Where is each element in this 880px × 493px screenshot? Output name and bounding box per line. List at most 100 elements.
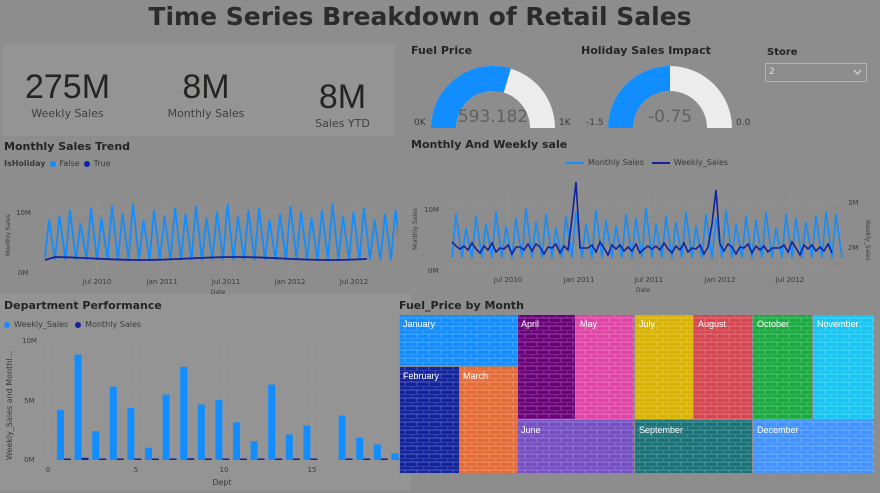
x-tick: Jul 2010 [493, 276, 523, 284]
bar-monthly-sales[interactable] [116, 458, 124, 461]
kpi-label: Sales YTD [315, 117, 370, 130]
treemap-tile-march[interactable] [460, 367, 517, 473]
legend-dot-monthly [75, 321, 82, 328]
bar-monthly-sales[interactable] [187, 458, 195, 460]
bar-monthly-sales[interactable] [169, 458, 177, 461]
bar-monthly-sales[interactable] [292, 458, 300, 461]
bar-weekly-sales[interactable] [74, 354, 82, 460]
bar-weekly-sales[interactable] [285, 434, 293, 460]
bar-weekly-sales[interactable] [338, 415, 346, 460]
legend-item-weekly[interactable]: Weekly_Sales [14, 320, 68, 329]
series-line-false [44, 203, 398, 261]
legend-dot-true [83, 160, 90, 167]
legend-item-false[interactable]: False [60, 159, 80, 168]
bar-weekly-sales[interactable] [162, 394, 170, 460]
treemap-tile-august[interactable] [694, 315, 752, 419]
y-tick-right: 3M [848, 199, 859, 207]
legend-item-monthly[interactable]: Monthly Sales [85, 320, 141, 329]
treemap-tile-november[interactable] [813, 315, 874, 419]
bar-weekly-sales[interactable] [356, 437, 364, 460]
bar-weekly-sales[interactable] [57, 410, 64, 460]
x-tick: Jul 2012 [339, 278, 369, 286]
dept-chart[interactable]: 10M 5M 0M Weekly_Sales and Monthl... 0 5… [0, 330, 410, 490]
holiday-gauge-min: -1.5 [586, 118, 604, 128]
x-tick: Jan 2011 [563, 276, 595, 284]
bar-weekly-sales[interactable] [180, 366, 188, 460]
treemap-tile-april[interactable] [518, 315, 575, 419]
fuel-gauge-min: 0K [414, 118, 426, 128]
bar-weekly-sales[interactable] [373, 444, 381, 460]
fuel-gauge-max: 1K [559, 118, 571, 128]
bar-weekly-sales[interactable] [250, 441, 258, 460]
treemap-tile-july[interactable] [635, 315, 693, 419]
y-tick-right: 2M [848, 244, 859, 252]
treemap-label: January [403, 319, 436, 329]
treemap-label: April [521, 319, 540, 329]
fuel-gauge[interactable]: 593.182 [418, 60, 578, 132]
y-axis-label-right: Weekly_Sales [864, 220, 871, 261]
bar-monthly-sales[interactable] [81, 457, 89, 460]
fuel-gauge-title: Fuel Price [411, 44, 473, 57]
kpi-card-monthly[interactable]: 8M Monthly Sales [150, 68, 262, 120]
chevron-down-icon [853, 69, 862, 75]
bar-weekly-sales[interactable] [197, 404, 205, 460]
bar-weekly-sales[interactable] [127, 407, 135, 460]
kpi-value: 8M [318, 78, 367, 116]
bar-weekly-sales[interactable] [233, 422, 240, 460]
bar-monthly-sales[interactable] [275, 458, 283, 461]
dept-legend: Weekly_Sales Monthly Sales [4, 320, 141, 329]
holiday-gauge-title: Holiday Sales Impact [581, 44, 711, 57]
bar-weekly-sales[interactable] [109, 386, 117, 460]
legend-item-monthly[interactable]: Monthly Sales [588, 158, 644, 167]
bar-weekly-sales[interactable] [303, 425, 311, 460]
holiday-gauge-max: 0.0 [736, 118, 751, 128]
x-tick: 10 [220, 466, 229, 474]
bar-monthly-sales[interactable] [310, 458, 318, 461]
treemap-label: August [698, 319, 727, 329]
y-tick: 0M [24, 456, 35, 464]
bar-weekly-sales[interactable] [215, 400, 223, 460]
bar-monthly-sales[interactable] [363, 458, 371, 461]
store-slicer-label: Store [767, 47, 798, 58]
treemap-label: July [639, 319, 656, 329]
holiday-gauge[interactable]: -0.75 [595, 60, 745, 132]
monthly-weekly-chart[interactable]: 10M 0M 3M 2M Monthly Sales Weekly_Sales … [404, 168, 874, 296]
fuel-gauge-value: 593.182 [458, 107, 528, 127]
treemap-tile-may[interactable] [576, 315, 634, 419]
bar-monthly-sales[interactable] [257, 458, 265, 461]
bar-monthly-sales[interactable] [99, 458, 107, 461]
bar-weekly-sales[interactable] [391, 453, 399, 460]
bar-monthly-sales[interactable] [152, 458, 159, 461]
bar-monthly-sales[interactable] [380, 458, 388, 461]
y-tick: 5M [24, 397, 35, 405]
bar-monthly-sales[interactable] [204, 458, 212, 461]
kpi-value: 275M [24, 68, 111, 106]
bar-monthly-sales[interactable] [64, 458, 71, 461]
bar-weekly-sales[interactable] [92, 431, 100, 460]
bar-monthly-sales[interactable] [134, 458, 142, 461]
legend-item-weekly[interactable]: Weekly_Sales [674, 158, 728, 167]
treemap-label: February [403, 371, 440, 381]
treemap-label: March [463, 371, 489, 381]
bar-weekly-sales[interactable] [145, 447, 152, 460]
monthly-trend-chart[interactable]: 10M 0M Monthly Sales Jul 2010 Jan 2011 J… [0, 168, 398, 296]
legend-item-true[interactable]: True [94, 159, 111, 168]
x-tick: Jul 2011 [211, 278, 241, 286]
store-dropdown[interactable]: 2 [765, 63, 867, 82]
treemap-tile-february[interactable] [400, 367, 459, 473]
kpi-card-ytd[interactable]: 8M Sales YTD [295, 78, 390, 130]
kpi-card-weekly[interactable]: 275M Weekly Sales [10, 68, 125, 120]
x-tick: 5 [134, 466, 138, 474]
kpi-label: Weekly Sales [31, 107, 104, 120]
bar-monthly-sales[interactable] [240, 458, 247, 461]
x-tick: Jul 2012 [775, 276, 805, 284]
x-tick: Jul 2011 [634, 276, 664, 284]
x-tick: 15 [308, 466, 317, 474]
treemap-label: November [817, 319, 859, 329]
bar-monthly-sales[interactable] [222, 458, 230, 461]
bar-monthly-sales[interactable] [345, 458, 353, 461]
treemap-label: December [757, 425, 799, 435]
treemap[interactable]: January February March April May July Au… [399, 314, 875, 474]
bar-weekly-sales[interactable] [268, 384, 276, 460]
treemap-tile-october[interactable] [753, 315, 812, 419]
